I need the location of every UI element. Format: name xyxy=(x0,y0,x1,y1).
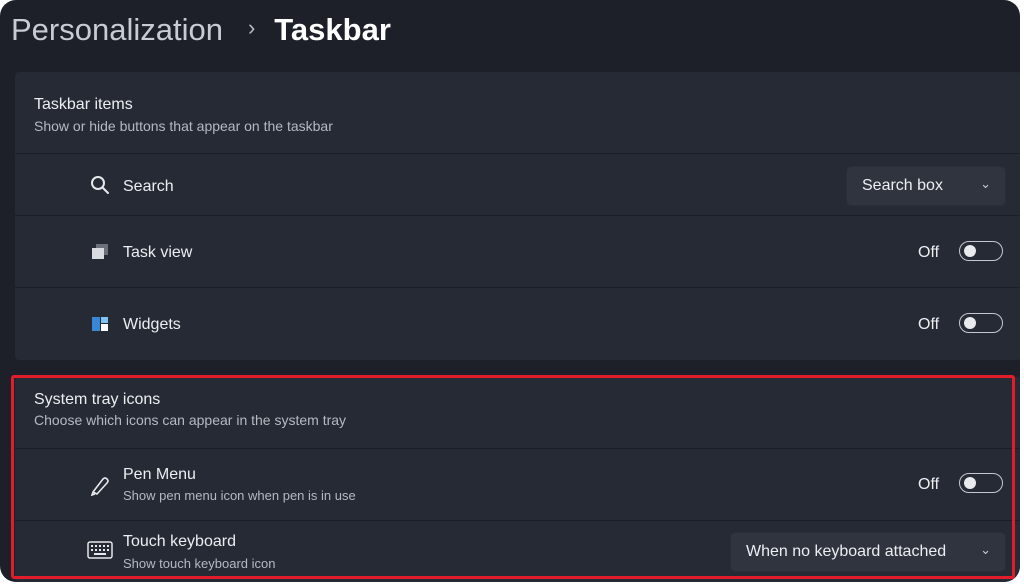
setting-row-task-view: Task view Off xyxy=(15,215,1020,288)
widgets-icon xyxy=(89,313,111,335)
section-title: Taskbar items xyxy=(34,96,133,113)
pen-icon xyxy=(89,474,111,496)
search-icon xyxy=(89,174,111,196)
setting-description: Show pen menu icon when pen is in use xyxy=(123,488,356,503)
chevron-down-icon: ⌄ xyxy=(980,542,991,557)
toggle-state-label: Off xyxy=(918,476,940,493)
dropdown-value: Search box xyxy=(862,177,943,194)
taskbar-items-section: Taskbar items Show or hide buttons that … xyxy=(15,72,1020,360)
system-tray-section: System tray icons Choose which icons can… xyxy=(15,377,1020,582)
setting-label: Widgets xyxy=(123,316,181,333)
section-title: System tray icons xyxy=(34,391,161,408)
toggle-state-label: Off xyxy=(918,244,940,261)
setting-label: Search xyxy=(123,178,174,195)
setting-label: Touch keyboard xyxy=(123,533,236,550)
settings-window: Personalization › Taskbar Taskbar items … xyxy=(0,0,1020,582)
dropdown-value: When no keyboard attached xyxy=(746,543,947,560)
search-mode-dropdown[interactable]: Search box ⌄ xyxy=(846,166,1006,206)
keyboard-icon xyxy=(87,539,113,561)
system-tray-header[interactable]: System tray icons Choose which icons can… xyxy=(15,377,1020,448)
setting-description: Show touch keyboard icon xyxy=(123,556,276,571)
section-description: Choose which icons can appear in the sys… xyxy=(34,412,347,428)
page-title: Taskbar xyxy=(274,12,391,47)
breadcrumb: Personalization › Taskbar xyxy=(11,8,391,52)
toggle-knob xyxy=(964,477,976,489)
breadcrumb-personalization[interactable]: Personalization xyxy=(11,12,223,48)
section-description: Show or hide buttons that appear on the … xyxy=(34,118,333,134)
breadcrumb-chevron-icon: › xyxy=(247,15,256,40)
setting-label: Task view xyxy=(123,244,193,261)
setting-label: Pen Menu xyxy=(123,466,196,483)
setting-row-touch-keyboard: Touch keyboard Show touch keyboard icon … xyxy=(15,520,1020,582)
task-view-toggle[interactable] xyxy=(959,241,1003,261)
widgets-toggle[interactable] xyxy=(959,313,1003,333)
setting-row-pen-menu: Pen Menu Show pen menu icon when pen is … xyxy=(15,448,1020,521)
task-view-icon xyxy=(89,241,111,263)
taskbar-items-header[interactable]: Taskbar items Show or hide buttons that … xyxy=(15,72,1020,153)
chevron-down-icon: ⌄ xyxy=(980,176,991,191)
toggle-state-label: Off xyxy=(918,316,940,333)
touch-keyboard-dropdown[interactable]: When no keyboard attached ⌄ xyxy=(730,532,1006,572)
pen-menu-toggle[interactable] xyxy=(959,473,1003,493)
setting-row-search: Search Search box ⌄ xyxy=(15,153,1020,216)
toggle-knob xyxy=(964,245,976,257)
setting-row-widgets: Widgets Off xyxy=(15,287,1020,361)
toggle-knob xyxy=(964,317,976,329)
